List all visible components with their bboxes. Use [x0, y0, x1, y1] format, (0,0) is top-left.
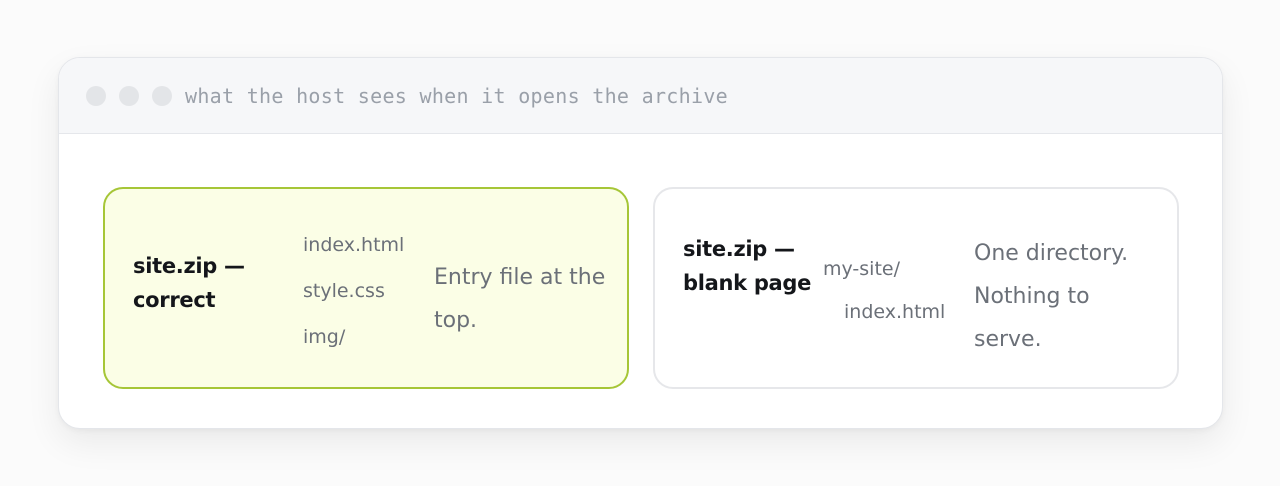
card-title: site.zip — correct	[133, 254, 245, 312]
file-entry: style.css	[303, 280, 385, 302]
window-control-dot-minimize[interactable]	[119, 85, 139, 106]
folder-entry: my-site/	[823, 258, 900, 280]
file-list: index.html style.css img/	[303, 227, 404, 365]
window-control-dot-close[interactable]	[86, 85, 106, 106]
archive-card-correct: site.zip — correct index.html style.css …	[103, 187, 629, 389]
card-note: One directory. Nothing to serve.	[974, 241, 1129, 352]
window-title: what the host sees when it opens the arc…	[185, 83, 729, 108]
window-titlebar: what the host sees when it opens the arc…	[59, 58, 1222, 134]
card-title: site.zip — blank page	[683, 237, 812, 295]
file-entry: index.html	[844, 301, 946, 323]
file-list: my-site/ index.html	[823, 251, 945, 337]
folder-entry: img/	[303, 326, 346, 348]
window-control-dot-zoom[interactable]	[152, 85, 172, 106]
file-entry: index.html	[303, 234, 405, 256]
archive-card-blank-page: site.zip — blank page my-site/ index.htm…	[653, 187, 1179, 389]
card-note: Entry file at the top.	[434, 265, 606, 333]
archive-preview-window: what the host sees when it opens the arc…	[58, 57, 1223, 429]
